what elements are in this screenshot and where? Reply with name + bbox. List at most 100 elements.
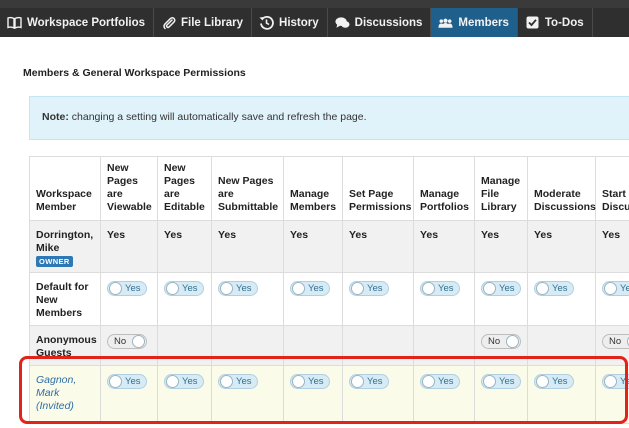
toggle-knob [506,335,519,348]
toggle-label: Yes [182,376,198,387]
toggle-label: No [114,336,127,347]
permission-value: Yes [157,220,212,273]
permission-cell: Yes [474,272,528,326]
permission-value: Yes [211,220,284,273]
permission-toggle[interactable]: No [602,334,629,349]
column-header-start-discussions: Start Discussions [595,156,629,221]
table-row-owner: Dorrington, Mike OWNER Yes Yes Yes Yes Y… [29,220,629,273]
permission-toggle[interactable]: Yes [420,281,460,296]
permission-cell: Yes [595,272,629,326]
permission-toggle[interactable]: Yes [349,281,389,296]
permission-cell-empty [413,325,475,366]
permission-cell: Yes [342,365,414,424]
window-top-strip [0,0,629,8]
owner-badge: OWNER [36,256,73,267]
permission-toggle[interactable]: Yes [481,281,521,296]
tab-workspace-portfolios[interactable]: Workspace Portfolios [0,8,155,37]
note-label: Note: [42,111,69,123]
tab-label: File Library [181,16,244,29]
permission-value: Yes [283,220,343,273]
permission-value: Yes [413,220,475,273]
history-icon [259,15,274,30]
permission-cell-empty [283,325,343,366]
permission-cell: Yes [211,365,284,424]
column-header-manage-members: Manage Members [283,156,343,221]
permission-toggle[interactable]: Yes [420,374,460,389]
permission-cell-empty [211,325,284,366]
toggle-knob [292,375,305,388]
tab-discussions[interactable]: Discussions [328,8,432,37]
tab-label: History [279,16,319,29]
permission-cell: Yes [157,365,212,424]
permission-toggle[interactable]: Yes [107,374,147,389]
toggle-label: Yes [552,283,568,294]
tab-to-dos[interactable]: To-Dos [518,8,593,37]
book-icon [7,15,22,30]
tab-members[interactable]: Members [431,8,518,37]
permission-value: Yes [474,220,528,273]
permission-toggle[interactable]: Yes [218,374,258,389]
member-cell: Anonymous Guests [29,325,101,366]
column-header-editable: New Pages are Editable [157,156,212,221]
permission-toggle[interactable]: No [481,334,521,349]
toggle-label: No [609,336,622,347]
column-header-viewable: New Pages are Viewable [100,156,158,221]
permission-value: Yes [100,220,158,273]
member-cell: Gagnon, Mark (Invited) [29,365,101,424]
note-text: changing a setting will automatically sa… [68,111,367,123]
permission-toggle[interactable]: Yes [164,281,204,296]
toggle-knob [422,375,435,388]
column-header-manage-portfolios: Manage Portfolios [413,156,475,221]
tab-label: Discussions [354,16,423,29]
permission-cell: Yes [527,272,596,326]
member-name: Dorrington, Mike [36,229,94,254]
toggle-knob [166,282,179,295]
permission-cell: Yes [157,272,212,326]
permission-toggle[interactable]: Yes [481,374,521,389]
toggle-label: Yes [236,283,252,294]
permission-cell: Yes [474,365,528,424]
toggle-knob [220,282,233,295]
toggle-knob [483,375,496,388]
toggle-knob [132,335,145,348]
toggle-label: Yes [125,376,141,387]
toggle-knob [536,282,549,295]
column-header-moderate-discussions: Moderate Discussions [527,156,596,221]
permission-toggle[interactable]: Yes [602,374,629,389]
permission-toggle[interactable]: Yes [290,374,330,389]
toggle-knob [166,375,179,388]
permission-toggle[interactable]: Yes [349,374,389,389]
member-name-invited[interactable]: Gagnon, Mark (Invited) [36,374,94,413]
toggle-knob [109,282,122,295]
permission-toggle[interactable]: No [107,334,147,349]
column-header-member: Workspace Member [29,156,101,221]
toggle-knob [604,282,617,295]
paperclip-icon [161,15,176,30]
permission-toggle[interactable]: Yes [164,374,204,389]
toggle-label: No [488,336,501,347]
section-title: Members & General Workspace Permissions [23,67,246,79]
tab-label: Workspace Portfolios [27,16,146,29]
permission-cell-empty [527,325,596,366]
permission-toggle[interactable]: Yes [107,281,147,296]
toggle-label: Yes [499,283,515,294]
permission-cell: Yes [413,365,475,424]
member-name: Default for New Members [36,281,89,319]
permission-cell: Yes [100,272,158,326]
tab-label: Members [458,16,509,29]
toggle-knob [220,375,233,388]
permission-toggle[interactable]: Yes [218,281,258,296]
permission-toggle[interactable]: Yes [534,374,574,389]
toggle-label: Yes [367,376,383,387]
permission-toggle[interactable]: Yes [290,281,330,296]
speech-bubbles-icon [335,15,350,30]
toggle-knob [109,375,122,388]
toggle-label: Yes [620,376,629,387]
permission-value: Yes [342,220,414,273]
permission-toggle[interactable]: Yes [534,281,574,296]
permission-cell: Yes [413,272,475,326]
toggle-label: Yes [552,376,568,387]
permission-toggle[interactable]: Yes [602,281,629,296]
tab-history[interactable]: History [252,8,328,37]
tab-file-library[interactable]: File Library [154,8,253,37]
